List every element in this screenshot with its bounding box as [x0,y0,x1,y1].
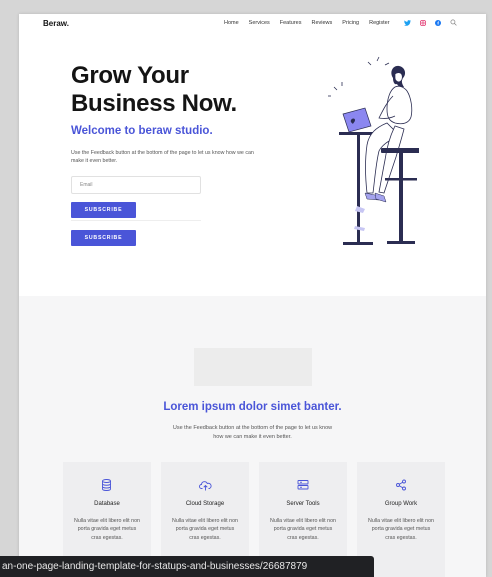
subscribe-button[interactable]: SUBSCRIBE [71,202,136,218]
social-icons [404,19,457,26]
nav-link-pricing[interactable]: Pricing [342,20,359,26]
section-title: Lorem ipsum dolor simet banter. [163,401,342,413]
feature-card-text: Nulla vitae elit libero elit non porta g… [74,518,140,541]
server-icon [297,478,309,496]
facebook-icon[interactable] [435,19,441,26]
twitter-icon[interactable] [404,19,411,26]
email-input[interactable] [71,176,201,194]
subscribe-button-secondary[interactable]: SUBSCRIBE [71,230,136,246]
hero-title-line1: Grow Your [71,62,189,89]
nav-link-features[interactable]: Features [280,20,302,26]
nav-link-register[interactable]: Register [369,20,389,26]
instagram-icon[interactable] [420,19,426,26]
feature-card-text: Nulla vitae elit libero elit non porta g… [172,518,238,541]
search-icon[interactable] [450,19,457,26]
image-placeholder [194,348,312,386]
page: Beraw. Home Services Features Reviews Pr… [19,14,486,577]
logo[interactable]: Beraw. [43,19,69,28]
hero-illustration [309,56,421,246]
feature-card-text: Nulla vitae elit libero elit non porta g… [368,518,434,541]
database-icon [101,478,112,496]
status-url-tooltip: an-one-page-landing-template-for-statups… [0,556,374,577]
divider [71,220,201,221]
hero-description: Use the Feedback button at the bottom of… [71,150,254,164]
share-icon [395,478,407,496]
feature-card-text: Nulla vitae elit libero elit non porta g… [270,518,336,541]
feature-card-title: Group Work [384,501,418,507]
feature-card-title: Server Tools [286,501,320,507]
section-description-line1: Use the Feedback button at the bottom of… [172,425,333,431]
nav-links: Home Services Features Reviews Pricing R… [224,20,400,26]
nav-link-reviews[interactable]: Reviews [311,20,332,26]
navbar: Beraw. Home Services Features Reviews Pr… [19,14,486,34]
section-description: Use the Feedback button at the bottom of… [19,424,486,441]
section-description-line2: how we can make it even better. [213,433,292,440]
hero-title: Grow Your Business Now. [71,62,237,118]
features-section: Lorem ipsum dolor simet banter. Use the … [19,296,486,577]
hero-subtitle: Welcome to beraw studio. [71,125,213,137]
nav-link-home[interactable]: Home [224,20,239,26]
cloud-upload-icon [199,478,212,496]
feature-card-title: Database [94,501,120,507]
nav-link-services[interactable]: Services [249,20,270,26]
feature-card-title: Cloud Storage [185,501,225,507]
hero-title-line2: Business Now. [71,90,237,117]
